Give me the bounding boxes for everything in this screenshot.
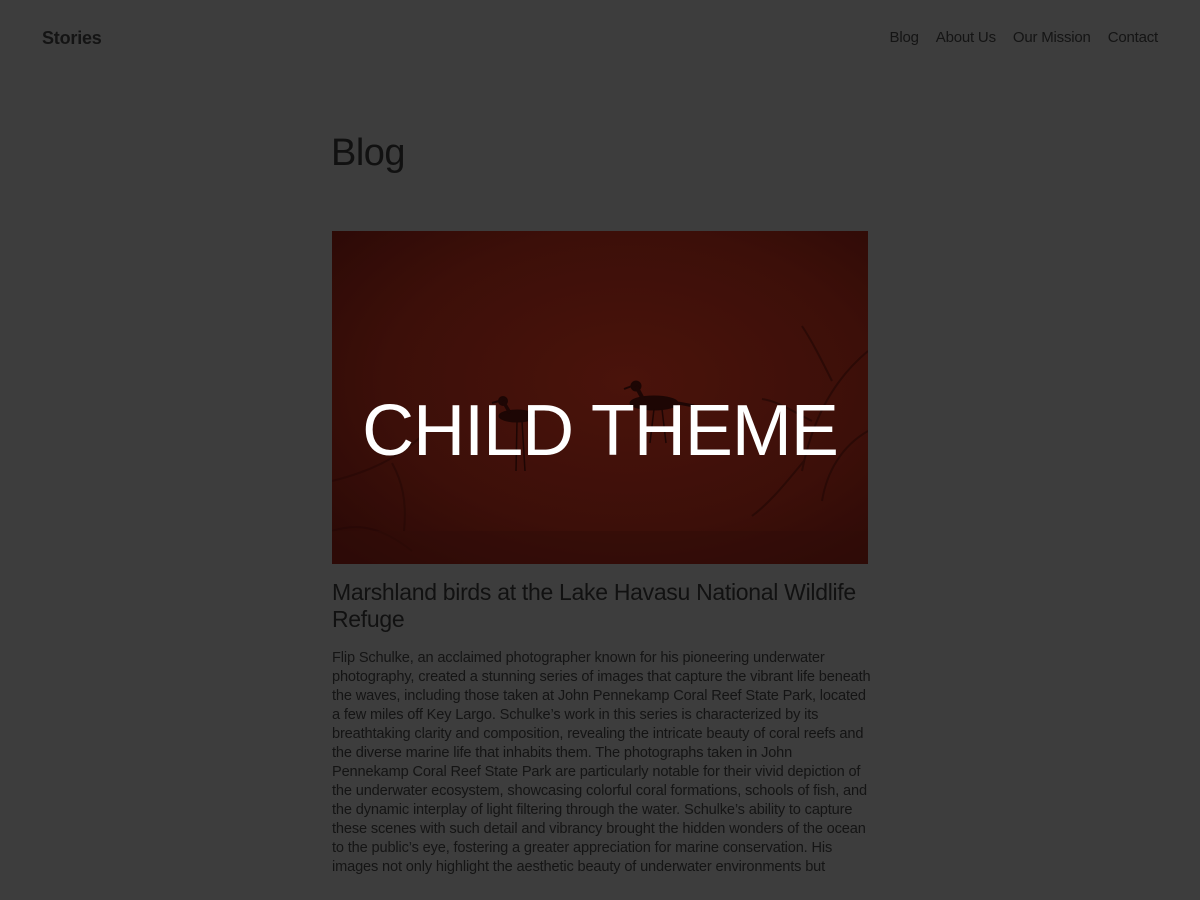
post-excerpt: Flip Schulke, an acclaimed photographer … — [332, 650, 871, 875]
site-header: Stories Blog About Us Our Mission Contac… — [0, 0, 1200, 76]
nav-item-blog[interactable]: Blog — [890, 26, 919, 50]
page-title: Blog — [331, 132, 406, 174]
nav-item-about-us[interactable]: About Us — [936, 26, 996, 50]
nav-item-our-mission[interactable]: Our Mission — [1013, 26, 1091, 50]
featured-image[interactable]: CHILD THEME — [332, 231, 868, 564]
nav-item-contact[interactable]: Contact — [1108, 26, 1158, 50]
site-title[interactable]: Stories — [42, 26, 102, 50]
primary-navigation: Blog About Us Our Mission Contact — [890, 26, 1159, 50]
post-title[interactable]: Marshland birds at the Lake Havasu Natio… — [332, 579, 872, 633]
image-overlay-text: CHILD THEME — [362, 391, 839, 471]
